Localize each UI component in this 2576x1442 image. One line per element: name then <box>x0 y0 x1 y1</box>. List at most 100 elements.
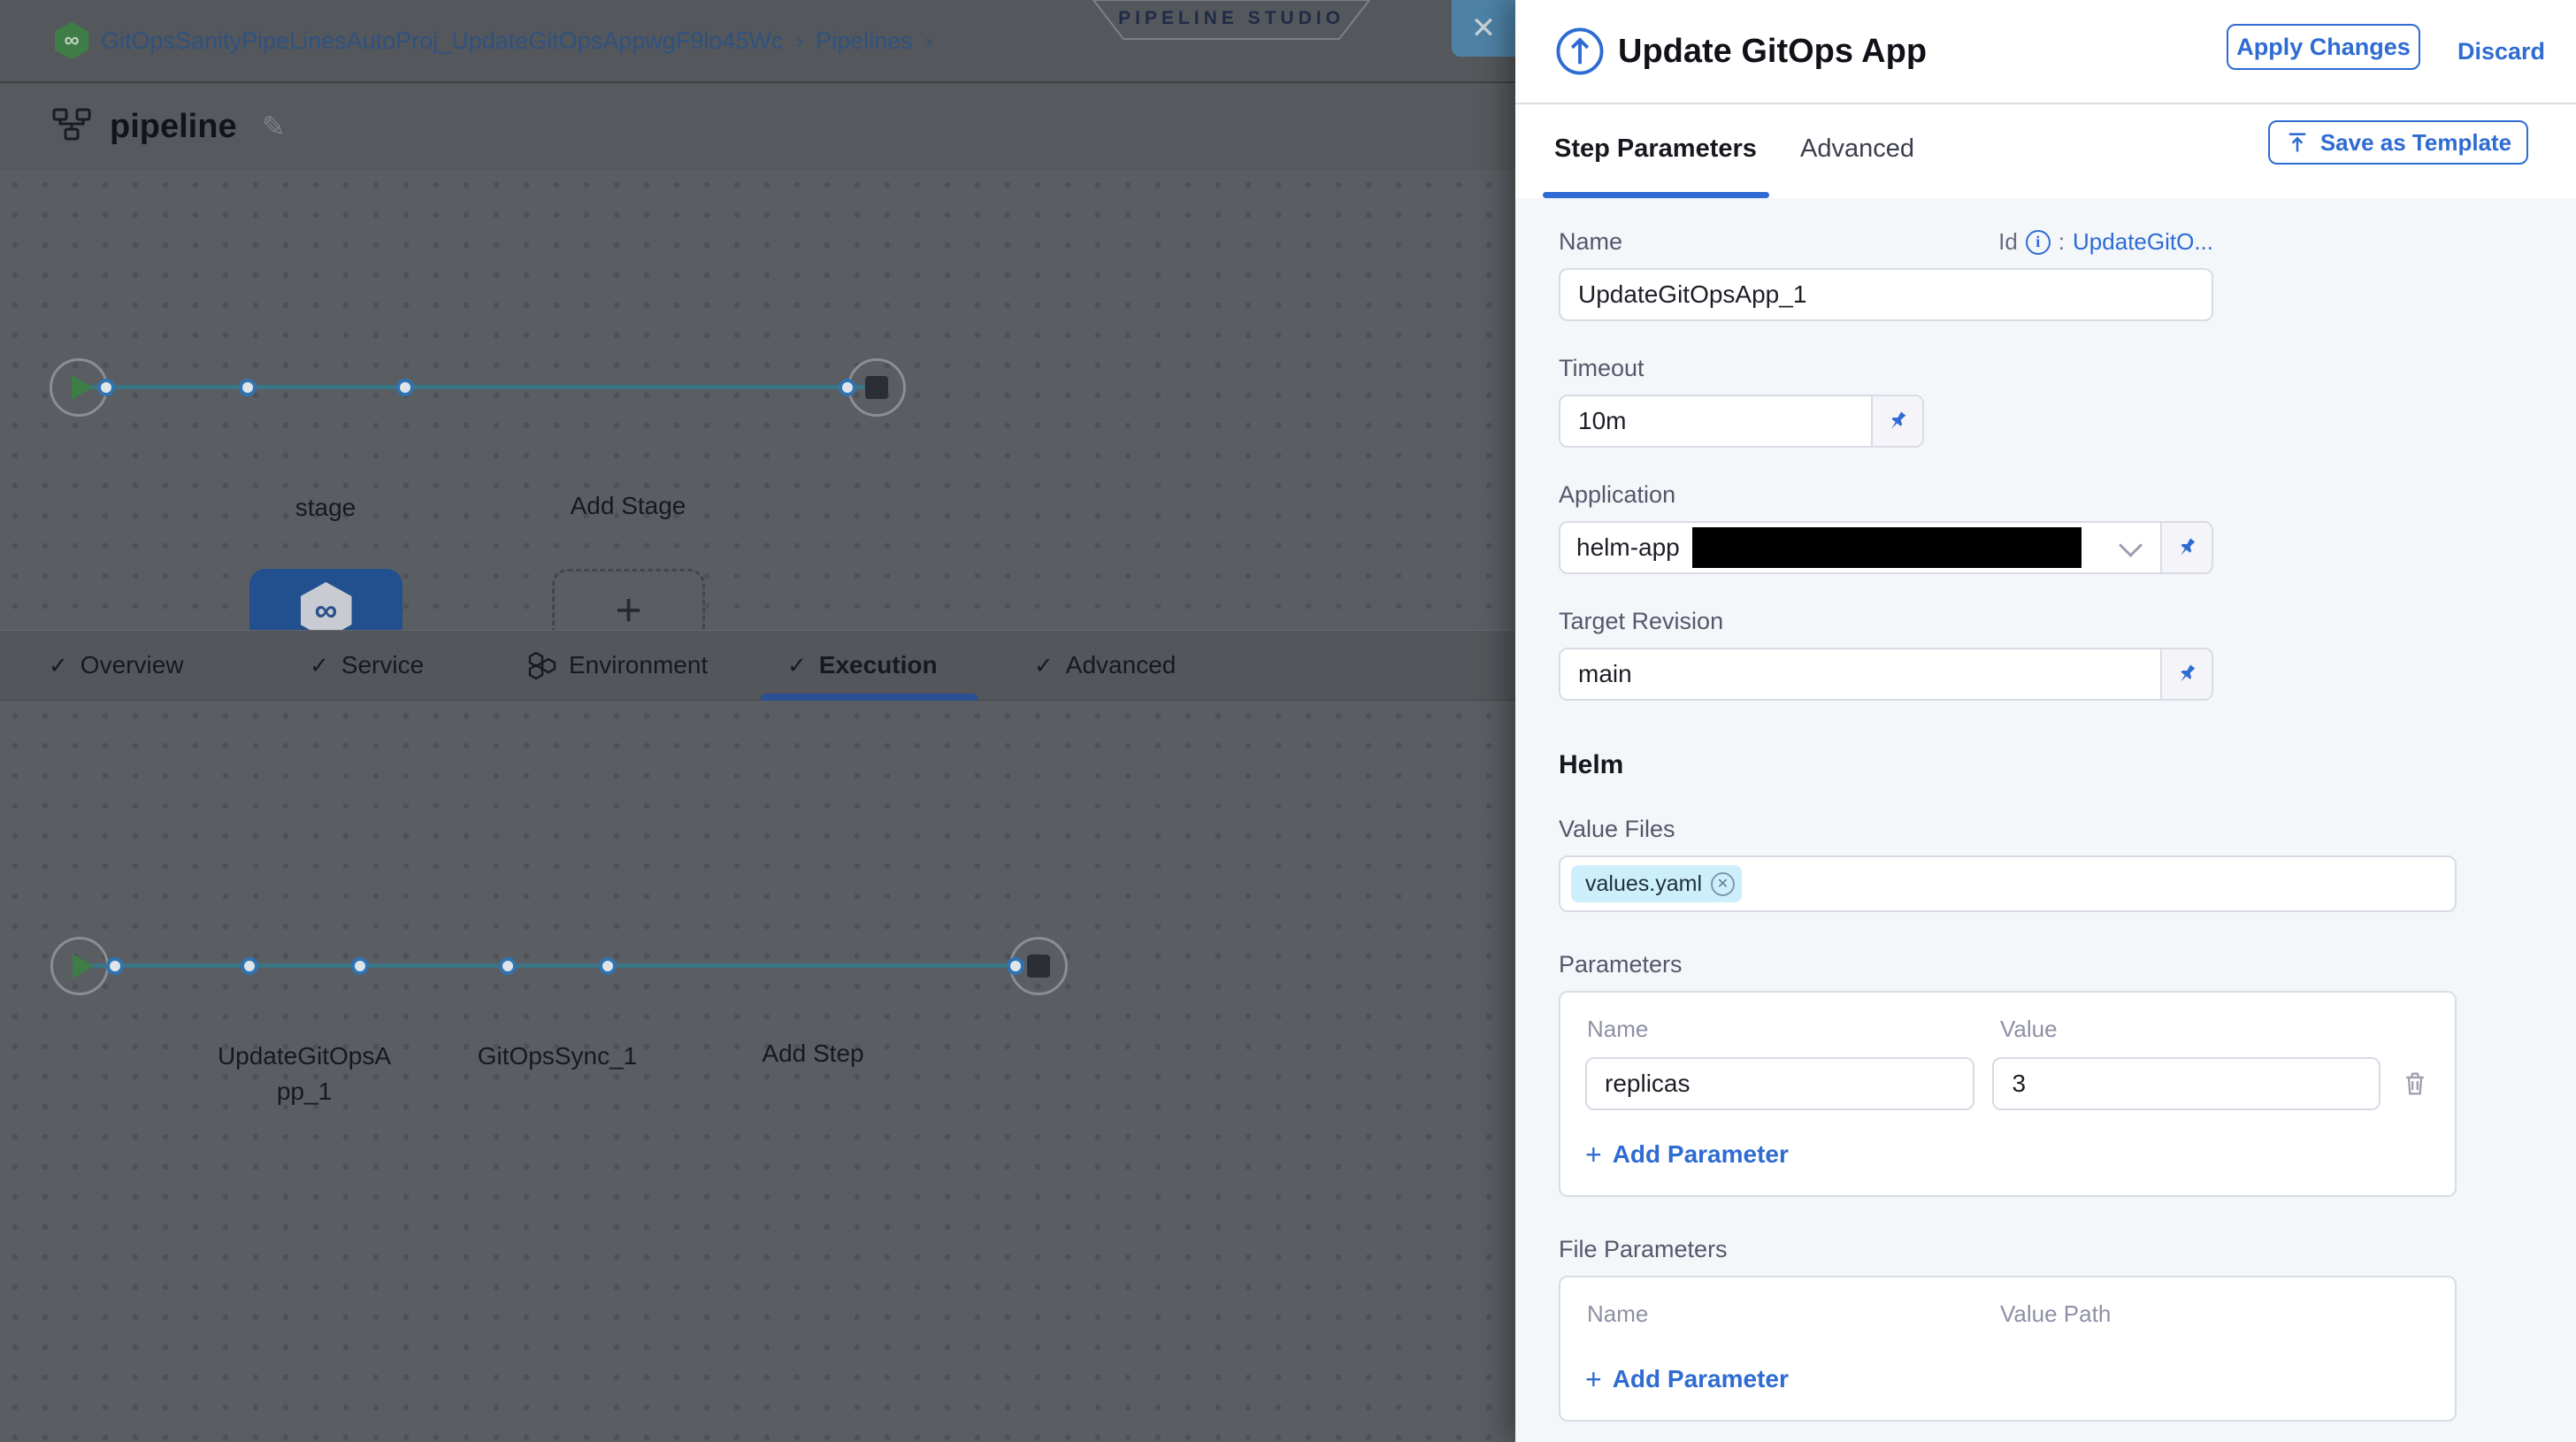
breadcrumb-bar: ∞ GitOpsSanityPipeLinesAutoProj_UpdateGi… <box>0 0 1515 83</box>
timeout-label: Timeout <box>1559 355 2576 382</box>
tab-advanced[interactable]: ✓ Advanced <box>1034 631 1176 700</box>
connector-dot <box>351 957 369 975</box>
breadcrumb-separator: › <box>925 27 933 55</box>
environment-hexagons-icon <box>526 650 556 680</box>
plus-icon: + <box>1585 1365 1602 1393</box>
application-pin-button[interactable] <box>2160 523 2212 572</box>
stage-connector-line <box>84 385 871 389</box>
param-col-name: Name <box>1585 1016 2000 1043</box>
value-files-label: Value Files <box>1559 816 2576 843</box>
timeout-field <box>1559 395 1924 448</box>
save-as-template-label: Save as Template <box>2320 129 2511 157</box>
plus-icon: + <box>1585 1140 1602 1169</box>
file-param-col-value-path: Value Path <box>2000 1300 2111 1328</box>
pin-icon <box>2171 532 2203 564</box>
pipeline-icon <box>51 106 92 148</box>
id-label: Id <box>1998 228 2018 256</box>
drawer-header: Update GitOps App Apply Changes Discard <box>1515 0 2576 104</box>
tab-environment[interactable]: Environment <box>526 631 708 700</box>
tab-service[interactable]: ✓ Service <box>310 631 424 700</box>
connector-dot <box>241 957 258 975</box>
id-colon: : <box>2058 228 2065 256</box>
play-icon <box>73 954 94 978</box>
connector-dot <box>106 957 124 975</box>
stage-tabbar: ✓ Overview ✓ Service Environment ✓ <box>0 630 1515 701</box>
stage-graph-canvas: ∞ </> + stage Add Stage <box>0 170 1515 630</box>
execution-connector-line <box>84 963 1022 968</box>
target-revision-input[interactable] <box>1560 649 2160 699</box>
name-label: Name <box>1559 228 1622 256</box>
target-revision-field <box>1559 648 2213 701</box>
step-parameters-form: Name Id i : UpdateGitO... Timeout <box>1515 198 2576 1442</box>
tab-step-parameters[interactable]: Step Parameters <box>1554 104 1757 193</box>
value-files-input[interactable]: values.yaml ✕ <box>1559 855 2457 912</box>
save-as-template-button[interactable]: Save as Template <box>2268 120 2528 165</box>
check-icon: ✓ <box>1034 652 1054 679</box>
name-input[interactable] <box>1559 268 2213 321</box>
breadcrumb: ∞ GitOpsSanityPipeLinesAutoProj_UpdateGi… <box>55 0 932 81</box>
parameter-row <box>1585 1057 2430 1110</box>
breadcrumb-pipelines-link[interactable]: Pipelines <box>816 27 913 55</box>
discard-button[interactable]: Discard <box>2457 0 2545 103</box>
check-icon: ✓ <box>787 652 807 679</box>
remove-chip-icon[interactable]: ✕ <box>1711 872 1735 896</box>
connector-dot <box>599 957 617 975</box>
redacted-value <box>1692 527 2082 568</box>
edit-pipeline-name-icon[interactable]: ✎ <box>262 110 286 143</box>
tab-label: Overview <box>80 651 184 679</box>
chevron-down-icon <box>2119 533 2143 557</box>
pipeline-studio-dimmed-area: ∞ GitOpsSanityPipeLinesAutoProj_UpdateGi… <box>0 0 1515 1442</box>
add-parameter-button[interactable]: + Add Parameter <box>1585 1140 2430 1169</box>
tab-overview[interactable]: ✓ Overview <box>49 631 184 700</box>
stage-label[interactable]: stage <box>295 494 356 522</box>
add-stage-label[interactable]: Add Stage <box>571 492 686 520</box>
tab-execution[interactable]: ✓ Execution <box>787 631 938 700</box>
application-select[interactable]: helm-app <box>1560 523 2160 572</box>
target-revision-pin-button[interactable] <box>2160 649 2212 699</box>
pipeline-title: pipeline <box>110 108 237 146</box>
application-field: helm-app <box>1559 521 2213 574</box>
id-value-link[interactable]: UpdateGitO... <box>2073 228 2213 256</box>
update-gitops-app-label-line1[interactable]: UpdateGitOpsA <box>218 1042 391 1070</box>
apply-changes-button[interactable]: Apply Changes <box>2227 24 2420 70</box>
pipeline-studio-banner: PIPELINE STUDIO <box>1092 0 1371 41</box>
file-param-col-name: Name <box>1585 1300 2000 1328</box>
gitops-sync-label[interactable]: GitOpsSync_1 <box>478 1042 638 1070</box>
connector-dot <box>396 379 414 396</box>
file-parameters-label: File Parameters <box>1559 1236 2576 1263</box>
pipeline-studio-screen: ∞ GitOpsSanityPipeLinesAutoProj_UpdateGi… <box>0 0 2576 1442</box>
step-config-drawer: Update GitOps App Apply Changes Discard … <box>1515 0 2576 1442</box>
drawer-tabs: Step Parameters Advanced Save as Templat… <box>1515 104 2576 198</box>
delete-parameter-icon[interactable] <box>2400 1069 2430 1099</box>
add-file-parameter-label: Add Parameter <box>1613 1365 1789 1393</box>
active-tab-underline <box>761 694 978 701</box>
play-icon <box>72 375 93 400</box>
check-icon: ✓ <box>49 652 68 679</box>
breadcrumb-separator: › <box>795 27 803 55</box>
connector-dot <box>839 379 856 396</box>
close-drawer-button[interactable]: ✕ <box>1452 0 1515 57</box>
pipeline-toolbar: pipeline ✎ VISUAL YAML <box>0 83 1515 170</box>
add-file-parameter-button[interactable]: + Add Parameter <box>1585 1365 2430 1393</box>
timeout-pin-button[interactable] <box>1871 396 1922 446</box>
breadcrumb-project-link[interactable]: GitOpsSanityPipeLinesAutoProj_UpdateGitO… <box>101 27 783 55</box>
plus-icon: + <box>615 587 641 633</box>
update-gitops-app-label-line2[interactable]: pp_1 <box>277 1078 332 1106</box>
helm-section-heading: Helm <box>1559 750 2576 780</box>
add-step-label[interactable]: Add Step <box>762 1039 863 1068</box>
info-icon[interactable]: i <box>2026 230 2051 255</box>
tab-advanced[interactable]: Advanced <box>1800 104 1914 193</box>
connector-dot <box>97 379 115 396</box>
chip-label: values.yaml <box>1585 871 1702 897</box>
target-revision-label: Target Revision <box>1559 608 2576 635</box>
application-value: helm-app <box>1576 533 1680 562</box>
param-value-input[interactable] <box>1992 1057 2380 1110</box>
execution-start-node[interactable] <box>50 937 109 995</box>
project-icon: ∞ <box>55 22 88 59</box>
tab-label: Service <box>341 651 424 679</box>
param-name-input[interactable] <box>1585 1057 1974 1110</box>
stop-icon <box>1027 955 1050 978</box>
drawer-title: Update GitOps App <box>1618 0 1927 103</box>
timeout-input[interactable] <box>1560 396 1871 446</box>
pin-icon <box>1882 405 1913 437</box>
